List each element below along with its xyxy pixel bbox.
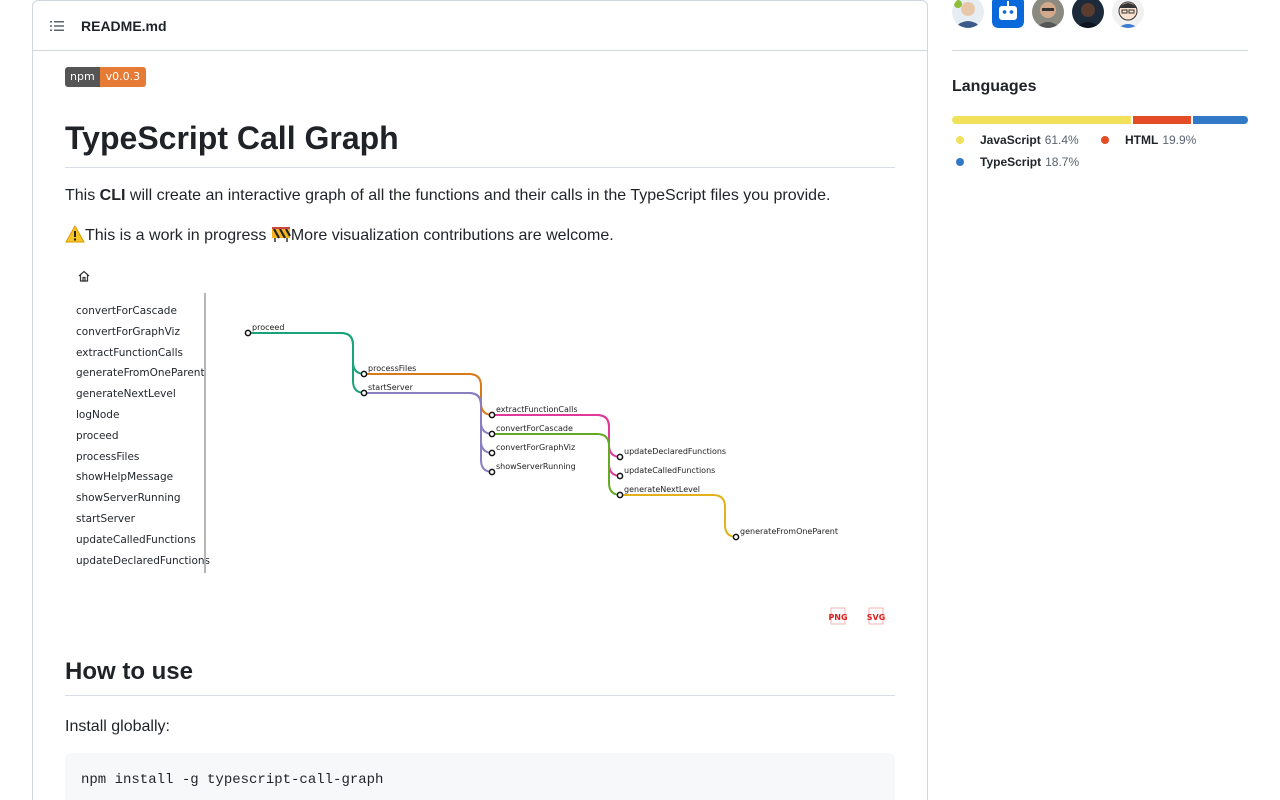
svg-export-label: SVG (867, 613, 886, 622)
graph-node-label: extractFunctionCalls (496, 405, 578, 414)
graph-node[interactable] (488, 411, 496, 419)
language-color-dot (956, 158, 964, 166)
graph-node-label: processFiles (368, 364, 416, 373)
contributor-avatar[interactable] (952, 0, 984, 28)
graph-node-label: updateDeclaredFunctions (624, 447, 726, 456)
graph-node[interactable] (488, 449, 496, 457)
npm-version-badge[interactable]: npm v0.0.3 (65, 67, 147, 87)
graph-node[interactable] (360, 370, 368, 378)
graph-node-label: generateNextLevel (624, 485, 700, 494)
graph-node[interactable] (360, 389, 368, 397)
graph-node-label: startServer (368, 383, 414, 392)
language-name: HTML (1125, 133, 1159, 147)
install-command[interactable]: npm install -g typescript-call-graph (81, 772, 383, 788)
language-percent: 19.9% (1162, 133, 1197, 147)
language-bar-segment[interactable] (952, 116, 1132, 124)
graph-node[interactable] (616, 453, 624, 461)
language-name: JavaScript (980, 133, 1041, 147)
intro-text-before: This (65, 187, 100, 204)
language-bar-segment[interactable] (1133, 116, 1192, 124)
language-bar-segment[interactable] (1193, 116, 1248, 124)
warning-icon (65, 225, 85, 243)
readme-panel: README.md npm v0.0.3 TypeScript Call Gra… (32, 0, 928, 800)
languages-bar (952, 116, 1248, 124)
badge-version: v0.0.3 (99, 67, 147, 87)
badge-label: npm (65, 67, 100, 87)
readme-header: README.md (33, 1, 927, 51)
graph-node-label: convertForCascade (496, 424, 573, 433)
construction-icon (271, 227, 291, 242)
graph-node[interactable] (488, 430, 496, 438)
png-export-label: PNG (828, 613, 847, 622)
call-edge (620, 494, 738, 538)
graph-node[interactable] (244, 329, 252, 337)
call-edge (364, 392, 494, 435)
svg-export-icon[interactable]: SVG (865, 605, 887, 627)
contributors-avatars (952, 0, 1144, 28)
wip-paragraph: This is a work in progress More visualiz… (65, 224, 614, 248)
install-text: Install globally: (65, 718, 170, 735)
wip-text-2: More visualization contributions are wel… (290, 227, 614, 244)
contributor-avatar[interactable] (1112, 0, 1144, 28)
contributor-avatar[interactable] (1032, 0, 1064, 28)
sidebar-divider (952, 50, 1248, 51)
call-edge (364, 392, 494, 473)
install-code-block[interactable]: npm install -g typescript-call-graph (65, 753, 895, 800)
graph-node-label: updateCalledFunctions (624, 466, 715, 475)
how-to-use-heading: How to use (65, 657, 895, 696)
graph-node[interactable] (616, 491, 624, 499)
readme-filename[interactable]: README.md (81, 18, 167, 34)
language-item[interactable]: TypeScript 18.7% (952, 155, 1079, 169)
wip-text-1: This is a work in progress (85, 227, 271, 244)
language-percent: 61.4% (1044, 133, 1079, 147)
readme-title: TypeScript Call Graph (65, 119, 895, 168)
graph-node-label: showServerRunning (496, 462, 576, 471)
graph-node[interactable] (732, 533, 740, 541)
png-export-icon[interactable]: PNG (827, 605, 849, 627)
graph-node[interactable] (616, 472, 624, 480)
language-percent: 18.7% (1045, 155, 1080, 169)
call-edge (248, 332, 366, 394)
call-graph-figure: convertForCascade convertForGraphViz extra… (65, 263, 895, 625)
language-color-dot (956, 136, 964, 144)
call-graph: proceed processFiles startServer extractFun… (244, 323, 838, 541)
language-color-dot (1101, 136, 1109, 144)
graph-node-label: generateFromOneParent (740, 527, 838, 536)
language-name: TypeScript (980, 155, 1042, 169)
languages-heading: Languages (952, 78, 1037, 95)
language-item[interactable]: HTML 19.9% (1097, 133, 1196, 147)
call-edge (248, 332, 366, 375)
bot-avatar[interactable] (992, 0, 1024, 28)
intro-bold-cli: CLI (99, 187, 126, 204)
graph-node-label: proceed (252, 323, 284, 332)
outline-list-icon[interactable] (49, 18, 65, 34)
graph-node[interactable] (488, 468, 496, 476)
call-edge (364, 392, 494, 454)
intro-paragraph: This CLI will create an interactive grap… (65, 184, 830, 208)
graph-node-label: convertForGraphViz (496, 443, 575, 452)
contributor-avatar[interactable] (1072, 0, 1104, 28)
language-item[interactable]: JavaScript 61.4% (952, 133, 1079, 147)
intro-text-after: will create an interactive graph of all … (125, 187, 831, 204)
